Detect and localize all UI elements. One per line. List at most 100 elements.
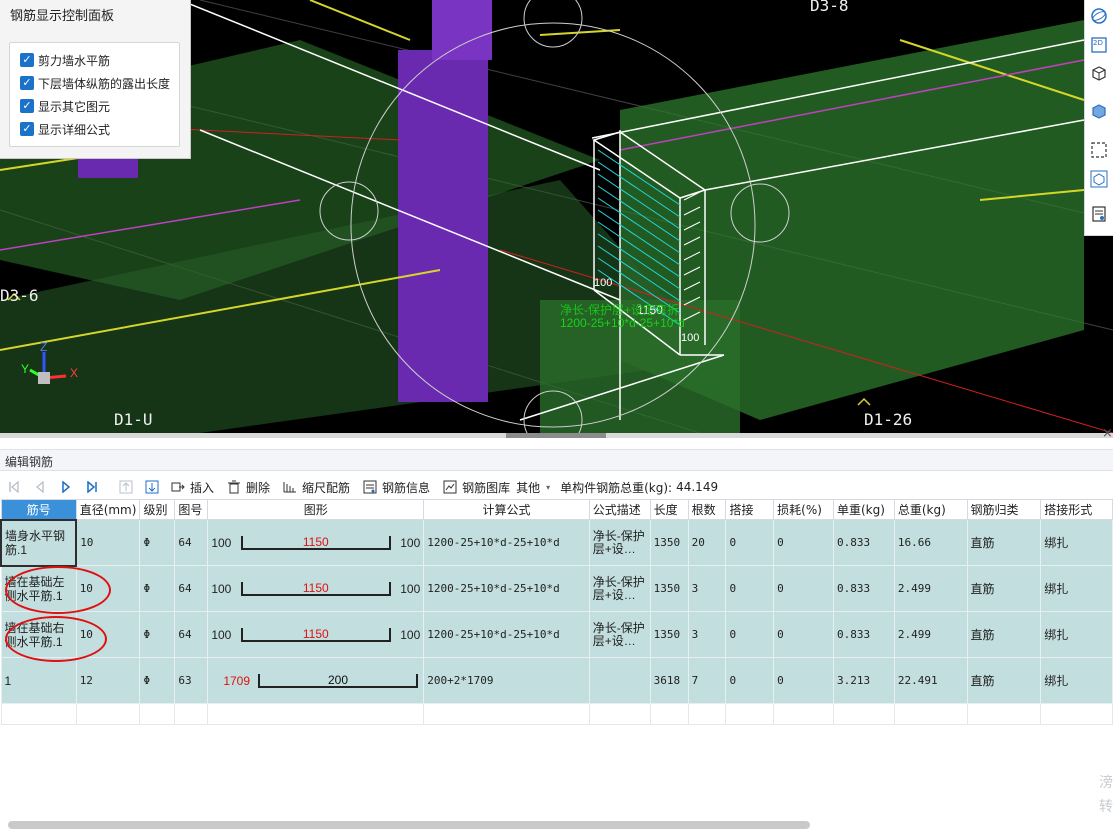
cell-bar-no[interactable]: 墙身水平钢筋.1: [0, 518, 78, 567]
cell-total-weight[interactable]: 16.66: [893, 519, 968, 566]
cell-formula-desc[interactable]: 净长-保护层+设…: [588, 611, 651, 658]
table-row-empty[interactable]: [0, 703, 1113, 725]
col-total-weight[interactable]: 总重(kg): [893, 499, 968, 520]
cell-shape[interactable]: 100 1150 100: [207, 519, 425, 566]
cell-formula-desc[interactable]: 净长-保护层+设…: [588, 519, 651, 566]
move-down-icon[interactable]: [143, 478, 161, 496]
col-loss[interactable]: 损耗(%): [773, 499, 834, 520]
cell-lap-type[interactable]: 绑扎: [1040, 611, 1113, 658]
col-formula-desc[interactable]: 公式描述: [588, 499, 651, 520]
cell-lap[interactable]: 0: [725, 565, 775, 612]
cell-count[interactable]: 3: [687, 565, 727, 612]
col-formula[interactable]: 计算公式: [423, 499, 590, 520]
cell-bar-no[interactable]: 1: [0, 657, 77, 704]
cell-length[interactable]: 1350: [649, 611, 689, 658]
insert-icon[interactable]: [169, 478, 187, 496]
col-count[interactable]: 根数: [687, 499, 727, 520]
col-figure-no[interactable]: 图号: [174, 499, 209, 520]
checkbox-checked-icon[interactable]: ✓: [20, 76, 34, 90]
report-icon[interactable]: [1088, 203, 1110, 225]
checkbox-checked-icon[interactable]: ✓: [20, 122, 34, 136]
other-menu-button[interactable]: 其他: [516, 479, 540, 496]
rebar-info-button[interactable]: 钢筋信息: [382, 479, 430, 496]
checkbox-checked-icon[interactable]: ✓: [20, 53, 34, 67]
cell-formula[interactable]: 1200-25+10*d-25+10*d: [423, 611, 590, 658]
cell-grade[interactable]: Φ: [139, 611, 176, 658]
cell-total-weight[interactable]: 2.499: [893, 565, 968, 612]
cell-unit-weight[interactable]: 0.833: [832, 519, 895, 566]
cell-lap[interactable]: 0: [725, 611, 775, 658]
col-unit-weight[interactable]: 单重(kg): [832, 499, 895, 520]
option-shear-wall-horizontal[interactable]: ✓ 剪力墙水平筋: [20, 51, 110, 69]
cell-length[interactable]: 1350: [649, 519, 689, 566]
cell-grade[interactable]: Φ: [139, 519, 176, 566]
cell-formula-desc[interactable]: 净长-保护层+设…: [588, 565, 651, 612]
cell-total-weight[interactable]: 22.491: [893, 657, 968, 704]
delete-icon[interactable]: [225, 478, 243, 496]
cell-length[interactable]: 3618: [649, 657, 689, 704]
solid-box-icon[interactable]: [1088, 100, 1110, 122]
option-show-detailed-formula[interactable]: ✓ 显示详细公式: [20, 120, 110, 138]
cell-category[interactable]: 直筋: [966, 657, 1042, 704]
sphere-view-icon[interactable]: [1088, 5, 1110, 27]
cell-figure-no[interactable]: 64: [174, 611, 209, 658]
scale-config-button[interactable]: 缩尺配筋: [302, 479, 350, 496]
scale-config-icon[interactable]: [281, 478, 299, 496]
dynamic-view-icon[interactable]: [1088, 168, 1110, 190]
cell-unit-weight[interactable]: 3.213: [832, 657, 895, 704]
cell-shape[interactable]: 100 1150 100: [207, 611, 425, 658]
cell-figure-no[interactable]: 64: [174, 565, 209, 612]
rebar-info-icon[interactable]: [361, 478, 379, 496]
col-lap-type[interactable]: 搭接形式: [1040, 499, 1113, 520]
insert-button[interactable]: 插入: [190, 479, 214, 496]
table-row[interactable]: 1 12 Φ 63 1709 200 200+2*1709 3618 7 0 0…: [0, 657, 1113, 704]
cell-figure-no[interactable]: 64: [174, 519, 209, 566]
cell-formula-desc[interactable]: [588, 657, 651, 704]
dashed-select-icon[interactable]: [1088, 139, 1110, 161]
cell-unit-weight[interactable]: 0.833: [832, 611, 895, 658]
cell-diameter[interactable]: 10: [75, 519, 141, 566]
option-lower-wall-exposed-length[interactable]: ✓ 下层墙体纵筋的露出长度: [20, 74, 170, 92]
prev-record-icon[interactable]: [31, 478, 49, 496]
table-row[interactable]: 墙在基础右侧水平筋.1 10 Φ 64 100 1150 100 1200-25…: [0, 611, 1113, 658]
cell-grade[interactable]: Φ: [139, 657, 176, 704]
table-row[interactable]: 墙身水平钢筋.1 10 Φ 64 100 1150 100 1200-25+10…: [0, 518, 1113, 567]
cell-category[interactable]: 直筋: [966, 611, 1042, 658]
cell-lap[interactable]: 0: [725, 519, 775, 566]
panel-close-icon[interactable]: ×: [1102, 426, 1113, 441]
cell-formula[interactable]: 1200-25+10*d-25+10*d: [423, 519, 590, 566]
table-row[interactable]: 墙在基础左侧水平筋.1 10 Φ 64 100 1150 100 1200-25…: [0, 565, 1113, 612]
option-show-other-elements[interactable]: ✓ 显示其它图元: [20, 97, 110, 115]
checkbox-checked-icon[interactable]: ✓: [20, 99, 34, 113]
cell-grade[interactable]: Φ: [139, 565, 176, 612]
cell-lap-type[interactable]: 绑扎: [1040, 519, 1113, 566]
cell-formula[interactable]: 200+2*1709: [423, 657, 590, 704]
cell-length[interactable]: 1350: [649, 565, 689, 612]
rebar-library-button[interactable]: 钢筋图库: [462, 479, 510, 496]
cell-diameter[interactable]: 12: [75, 657, 141, 704]
3d-box-icon[interactable]: [1088, 62, 1110, 84]
chevron-down-icon[interactable]: ▾: [546, 483, 550, 492]
col-grade[interactable]: 级别: [139, 499, 176, 520]
cell-formula[interactable]: 1200-25+10*d-25+10*d: [423, 565, 590, 612]
2d-view-icon[interactable]: 2D: [1088, 34, 1110, 56]
cell-unit-weight[interactable]: 0.833: [832, 565, 895, 612]
cell-count[interactable]: 3: [687, 611, 727, 658]
cell-loss[interactable]: 0: [773, 519, 834, 566]
last-record-icon[interactable]: [83, 478, 101, 496]
cell-lap-type[interactable]: 绑扎: [1040, 565, 1113, 612]
delete-button[interactable]: 删除: [246, 479, 270, 496]
cell-count[interactable]: 20: [687, 519, 727, 566]
first-record-icon[interactable]: [5, 478, 23, 496]
col-bar-no[interactable]: 筋号: [0, 499, 77, 520]
3d-viewport[interactable]: D3-8 D3-6 D1-U D1-26 100 1150 100 净长-保护层…: [0, 0, 1113, 433]
cell-figure-no[interactable]: 63: [174, 657, 209, 704]
next-record-icon[interactable]: [57, 478, 75, 496]
cell-shape[interactable]: 1709 200: [207, 657, 425, 704]
cell-loss[interactable]: 0: [773, 611, 834, 658]
cell-category[interactable]: 直筋: [966, 565, 1042, 612]
col-shape[interactable]: 图形: [207, 499, 425, 520]
move-up-icon[interactable]: [117, 478, 135, 496]
cell-total-weight[interactable]: 2.499: [893, 611, 968, 658]
cell-lap[interactable]: 0: [725, 657, 775, 704]
